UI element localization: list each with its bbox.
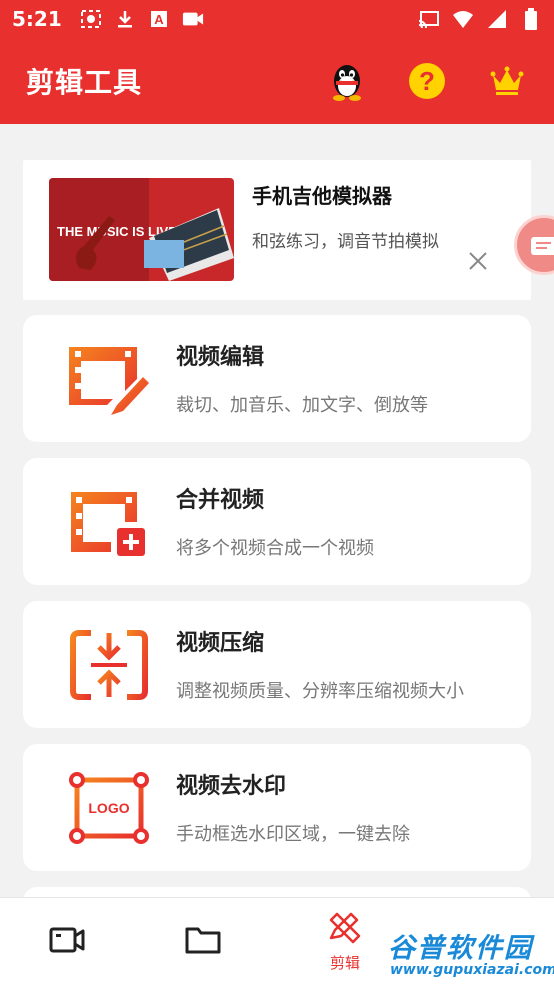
- crown-icon[interactable]: [486, 60, 528, 102]
- app-title: 剪辑工具: [26, 66, 143, 99]
- tool-title: 视频编辑: [176, 345, 265, 370]
- video-compress-icon: [67, 629, 151, 701]
- edit-tools-tab-icon: [327, 910, 363, 948]
- tab-edit-tools[interactable]: 剪辑: [290, 898, 400, 984]
- video-merge-icon: [67, 486, 151, 558]
- cast-icon: [418, 9, 440, 29]
- tool-card-logo-remove[interactable]: LOGO 视频去水印 手动框选水印区域，一键去除: [23, 744, 531, 871]
- tab-label: 剪辑: [329, 954, 360, 972]
- tool-card-video-compress[interactable]: 视频压缩 调整视频质量、分辨率压缩视频大小: [23, 601, 531, 728]
- folder-tab-icon: [185, 925, 221, 959]
- logo-remove-icon: LOGO: [67, 772, 151, 844]
- site-watermark: 谷普软件园 www.gupuxiazai.com: [386, 924, 554, 984]
- download-icon: [114, 9, 136, 29]
- floating-message-button[interactable]: [514, 215, 554, 275]
- svg-text:A: A: [154, 12, 164, 27]
- tool-subtitle: 将多个视频合成一个视频: [176, 538, 374, 559]
- text-a-icon: A: [148, 9, 170, 29]
- wifi-icon: [452, 9, 474, 29]
- tab-video[interactable]: [12, 898, 122, 984]
- logo-icon-text: LOGO: [88, 800, 129, 816]
- status-bar: 5:21 A: [0, 0, 554, 38]
- video-tab-icon: [49, 925, 85, 959]
- video-edit-icon: [67, 343, 151, 415]
- svg-text:?: ?: [419, 66, 435, 96]
- battery-icon: [520, 8, 542, 30]
- tool-title: 视频去水印: [176, 774, 287, 799]
- ad-subtitle: 和弦练习，调音节拍模拟: [252, 232, 439, 252]
- help-icon[interactable]: ?: [406, 60, 448, 102]
- close-icon[interactable]: [467, 250, 489, 272]
- video-camera-icon: [182, 9, 204, 29]
- ad-title: 手机吉他模拟器: [252, 184, 392, 208]
- tool-subtitle: 调整视频质量、分辨率压缩视频大小: [176, 681, 464, 702]
- tool-title: 合并视频: [176, 488, 265, 513]
- tool-subtitle: 裁切、加音乐、加文字、倒放等: [176, 395, 428, 416]
- tool-card-video-merge[interactable]: 合并视频 将多个视频合成一个视频: [23, 458, 531, 585]
- ad-banner[interactable]: THE MUSIC IS LIVE 手机吉他模拟器 和弦练习，调音节拍模拟: [23, 160, 531, 300]
- tool-subtitle: 手动框选水印区域，一键去除: [176, 824, 410, 845]
- signal-icon: [486, 9, 508, 29]
- tool-card-video-edit[interactable]: 视频编辑 裁切、加音乐、加文字、倒放等: [23, 315, 531, 442]
- tool-list: THE MUSIC IS LIVE 手机吉他模拟器 和弦练习，调音节拍模拟 视频…: [23, 160, 531, 907]
- qq-icon[interactable]: [326, 60, 368, 102]
- watermark-url: www.gupuxiazai.com: [390, 962, 554, 978]
- screen-record-icon: [80, 9, 102, 29]
- ad-image: THE MUSIC IS LIVE: [49, 178, 234, 281]
- status-time: 5:21: [12, 7, 62, 31]
- app-bar: 剪辑工具 ?: [0, 38, 554, 124]
- tab-files[interactable]: [148, 898, 258, 984]
- watermark-name: 谷普软件园: [388, 933, 533, 964]
- tool-title: 视频压缩: [176, 631, 265, 656]
